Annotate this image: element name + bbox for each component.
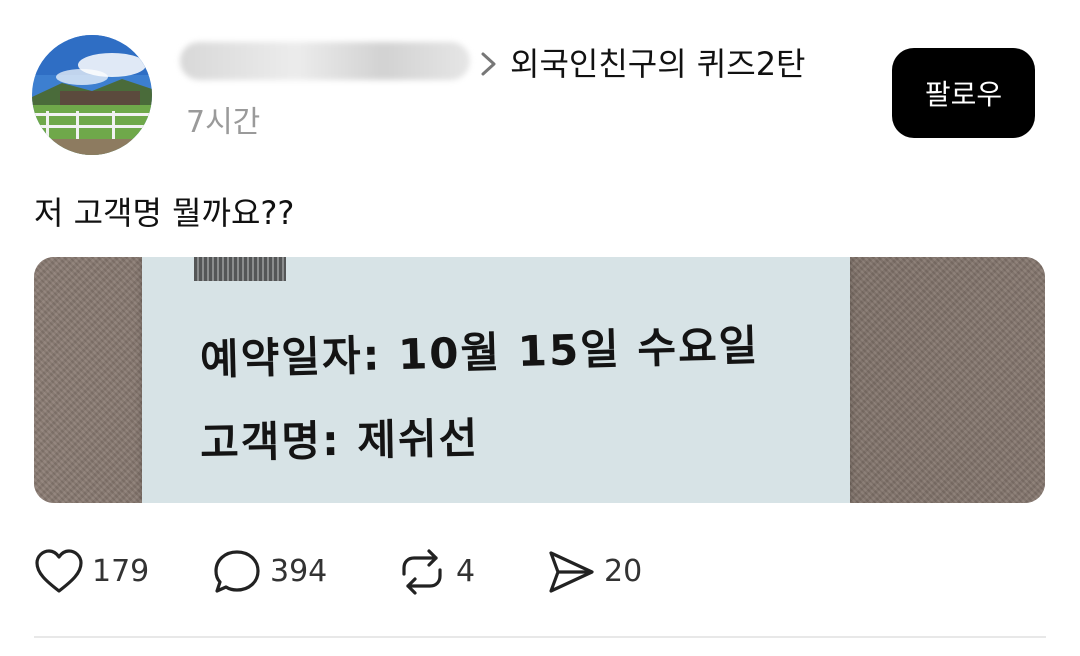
share-count: 20 bbox=[604, 554, 643, 589]
comment-button[interactable]: 394 bbox=[212, 545, 327, 599]
card-stamp bbox=[194, 257, 286, 281]
send-icon bbox=[546, 548, 596, 596]
handwritten-customer-name: 고객명: 제쉬선 bbox=[199, 413, 480, 468]
heart-icon bbox=[34, 548, 84, 596]
repost-arrows-icon bbox=[396, 548, 448, 596]
comment-count: 394 bbox=[270, 554, 328, 589]
username-blurred[interactable] bbox=[180, 42, 470, 80]
follow-button[interactable]: 팔로우 bbox=[892, 48, 1035, 138]
like-button[interactable]: 179 bbox=[34, 545, 149, 599]
divider bbox=[34, 636, 1046, 638]
post-photo[interactable]: 예약일자: 10월 15일 수요일 고객명: 제쉬선 bbox=[34, 257, 1045, 503]
like-count: 179 bbox=[92, 554, 150, 589]
chevron-right-icon bbox=[478, 50, 500, 78]
post-text: 저 고객명 뭘까요?? bbox=[34, 194, 295, 232]
repost-button[interactable]: 4 bbox=[396, 545, 475, 599]
share-button[interactable]: 20 bbox=[546, 545, 642, 599]
comment-bubble-icon bbox=[212, 548, 262, 596]
repost-count: 4 bbox=[456, 554, 476, 589]
post-timestamp: 7시간 bbox=[186, 105, 261, 140]
avatar[interactable] bbox=[32, 35, 152, 155]
topic-link[interactable]: 외국인친구의 퀴즈2탄 bbox=[510, 42, 806, 86]
reservation-card: 예약일자: 10월 15일 수요일 고객명: 제쉬선 bbox=[142, 257, 850, 503]
handwritten-reservation-date: 예약일자: 10월 15일 수요일 bbox=[199, 320, 760, 385]
